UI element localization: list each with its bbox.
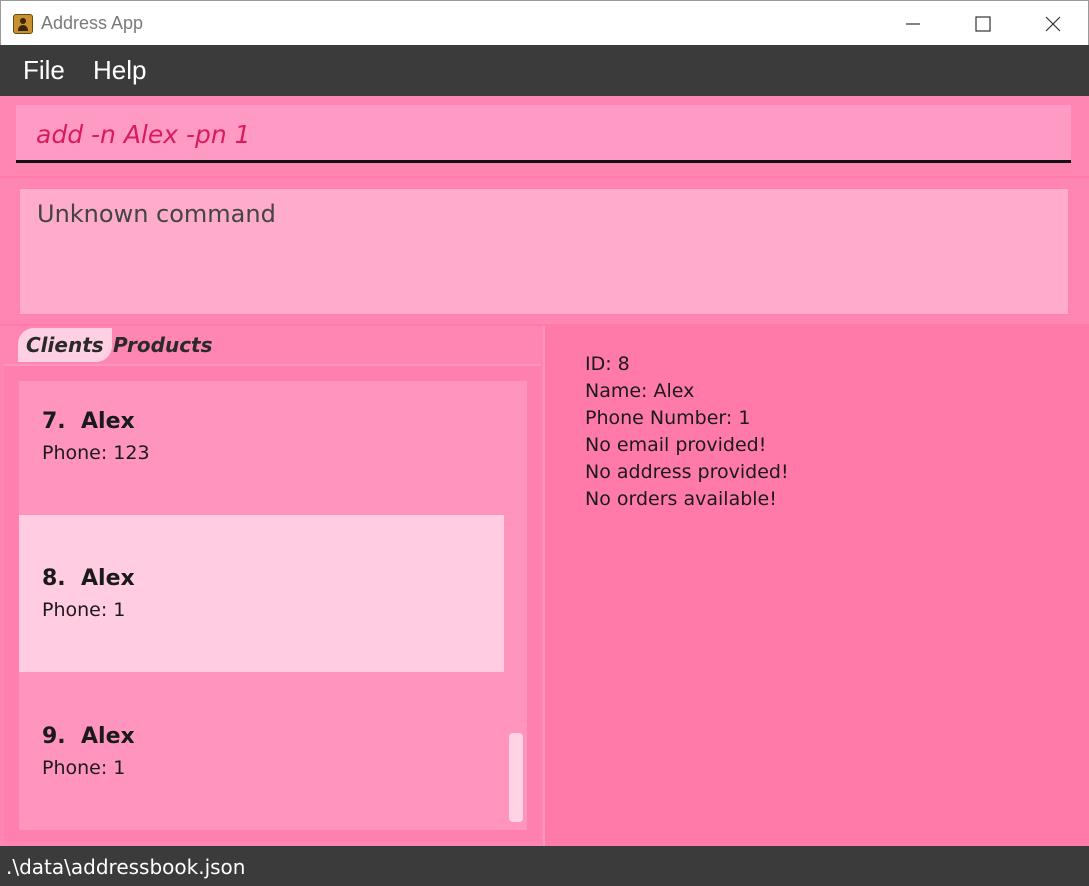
client-name: 9. Alex (42, 724, 135, 749)
menu-bar: File Help (0, 45, 1089, 96)
command-box-area (0, 96, 1089, 176)
list-scrollbar-thumb[interactable] (509, 733, 523, 822)
menu-help[interactable]: Help (93, 55, 146, 86)
client-detail-panel: ID: 8 Name: Alex Phone Number: 1 No emai… (547, 326, 1089, 846)
tab-clients[interactable]: Clients (18, 328, 112, 362)
detail-phone: Phone Number: 1 (585, 407, 751, 429)
command-box[interactable] (16, 105, 1071, 163)
tab-products[interactable]: Products (113, 328, 213, 362)
minimize-button[interactable] (878, 1, 948, 46)
detail-orders: No orders available! (585, 488, 777, 510)
minimize-icon (906, 23, 920, 25)
address-book-icon (13, 14, 33, 34)
result-display[interactable]: Unknown command (19, 188, 1069, 315)
client-name: 7. Alex (42, 409, 135, 434)
close-icon (1045, 16, 1061, 32)
command-input[interactable] (36, 117, 1036, 151)
detail-name: Name: Alex (585, 380, 695, 402)
detail-id: ID: 8 (585, 353, 630, 375)
status-file-path: .\data\addressbook.json (6, 855, 246, 879)
client-phone: Phone: 1 (42, 757, 126, 779)
result-message: Unknown command (37, 200, 276, 228)
client-card-selected[interactable]: 8. Alex Phone: 1 (19, 515, 504, 672)
client-phone: Phone: 123 (42, 442, 150, 464)
detail-email: No email provided! (585, 434, 767, 456)
client-name: 8. Alex (42, 566, 135, 591)
detail-address: No address provided! (585, 461, 789, 483)
client-card[interactable]: 9. Alex Phone: 1 (19, 672, 504, 829)
maximize-icon (975, 16, 991, 32)
close-button[interactable] (1018, 1, 1088, 46)
menu-file[interactable]: File (23, 55, 65, 86)
result-display-area: Unknown command (0, 178, 1089, 324)
client-list[interactable]: 7. Alex Phone: 123 8. Alex Phone: 1 9. A… (19, 381, 527, 830)
maximize-button[interactable] (948, 1, 1018, 46)
client-phone: Phone: 1 (42, 599, 126, 621)
window-title: Address App (41, 13, 144, 33)
window-title-bar[interactable]: Address App (0, 0, 1089, 45)
status-bar: .\data\addressbook.json (0, 846, 1089, 886)
